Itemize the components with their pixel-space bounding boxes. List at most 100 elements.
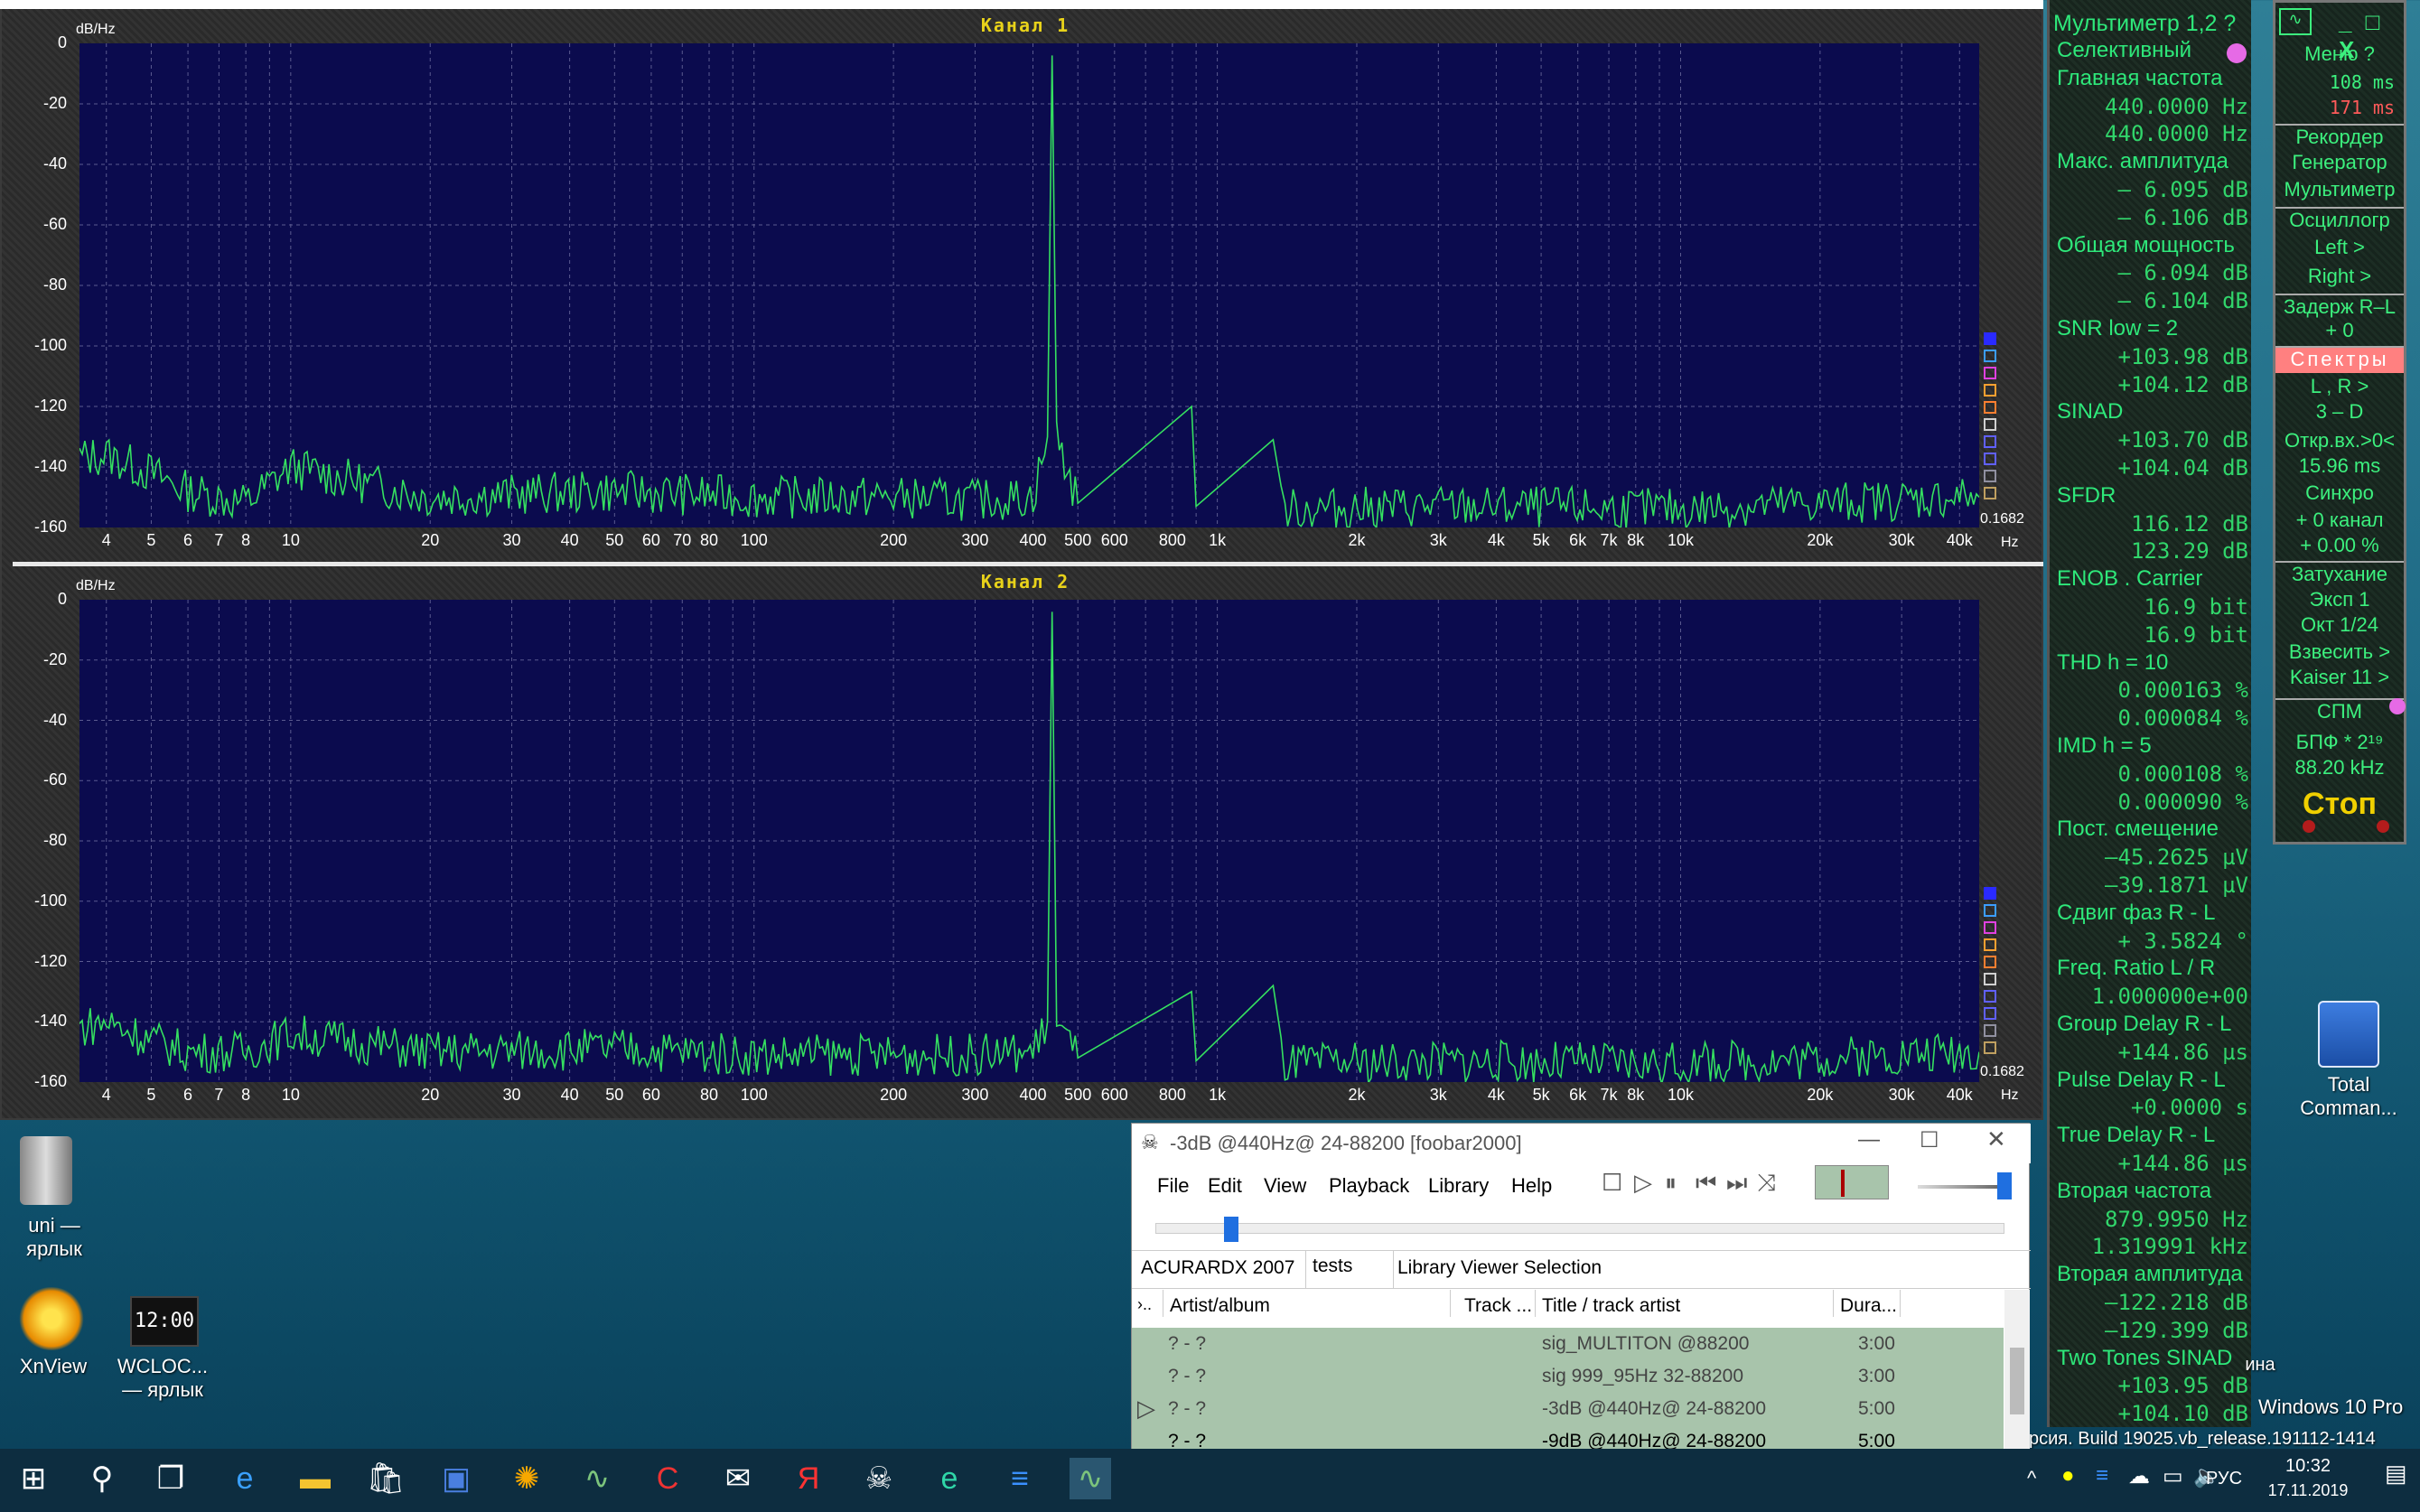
multimeter-row[interactable]: Two Tones SINAD [2050,1346,2254,1373]
marker-square[interactable] [1984,990,1996,1003]
marker-square[interactable] [1984,1007,1996,1020]
channel-1-spectrum-plot[interactable] [79,43,1979,527]
multimeter-row[interactable]: +104.12 dB [2050,372,2254,399]
foobar-titlebar[interactable]: ☠ -3dB @440Hz@ 24-88200 [foobar2000] — ☐… [1132,1124,2031,1163]
multimeter-row[interactable]: Главная частота [2050,66,2254,93]
menu-library[interactable]: Library [1428,1174,1489,1198]
menu-item[interactable]: Осциллогр [2275,207,2404,234]
uni-shortcut-icon[interactable] [20,1136,72,1205]
marker-square[interactable] [1984,332,1996,345]
menu-view[interactable]: View [1264,1174,1306,1198]
wcloc-label[interactable]: WCLOC... — ярлык [108,1355,217,1402]
seek-bar[interactable] [1155,1223,2004,1234]
menu-item[interactable]: 108 ms [2275,71,2404,98]
marker-square[interactable] [1984,938,1996,951]
multimeter-row[interactable]: Пост. смещение [2050,817,2254,844]
menu-item[interactable]: Рекордер [2275,124,2404,151]
edge-icon[interactable]: e [224,1458,266,1499]
marker-square[interactable] [1984,904,1996,917]
marker-square[interactable] [1984,487,1996,499]
menu-item[interactable]: 171 ms [2275,97,2404,124]
column-duration[interactable]: Dura... [1840,1295,1897,1317]
file-explorer-icon[interactable]: ▬ [294,1458,336,1499]
multimeter-row[interactable]: +103.70 dB [2050,427,2254,454]
stop-icon[interactable]: ☐ [1602,1169,1622,1197]
multimeter-row[interactable]: Макс. амплитуда [2050,149,2254,176]
multimeter-row[interactable]: 123.29 dB [2050,538,2254,565]
column-playing-indicator[interactable]: ›.. [1137,1295,1152,1314]
network-icon[interactable]: ▭ [2163,1463,2183,1489]
marker-square[interactable] [1984,418,1996,431]
multimeter-row[interactable]: –45.2625 µV [2050,845,2254,872]
marker-square[interactable] [1984,350,1996,362]
multimeter-row[interactable]: +0.0000 s [2050,1095,2254,1122]
multimeter-row[interactable]: –122.218 dB [2050,1290,2254,1317]
menu-item[interactable]: Окт 1/24 [2275,613,2404,640]
playlist-row[interactable]: ? - ? sig_MULTITON @88200 3:00 [1132,1328,2004,1360]
marker-square[interactable] [1984,367,1996,379]
tray-app-icon[interactable]: ● [2061,1463,2075,1489]
multimeter-row[interactable]: True Delay R - L [2050,1123,2254,1150]
multimeter-row[interactable]: +103.95 dB [2050,1373,2254,1400]
playlist-row[interactable]: ▷ ? - ? -3dB @440Hz@ 24-88200 5:00 [1132,1393,2004,1425]
recycle-bin-partial-label[interactable]: ина [2242,1355,2278,1376]
menu-item[interactable]: 3 – D [2275,400,2404,427]
seek-knob[interactable] [1224,1217,1238,1242]
onedrive-icon[interactable]: ☁ [2128,1463,2150,1489]
uni-shortcut-label[interactable]: uni — ярлык [0,1214,108,1261]
multimeter-row[interactable]: – 6.104 dB [2050,288,2254,315]
column-track[interactable]: Track ... [1464,1295,1532,1317]
multimeter-row[interactable]: – 6.094 dB [2050,260,2254,287]
menu-item[interactable]: Откр.вх.>0< [2275,429,2404,456]
multimeter-title[interactable]: Мультиметр 1,2 ? [2050,11,2254,38]
marker-square[interactable] [1984,384,1996,397]
multimeter-row[interactable]: +144.86 µs [2050,1040,2254,1067]
menu-item[interactable]: Спектры [2275,346,2404,373]
wcloc-clock-icon[interactable]: 12:00 [130,1296,199,1347]
multimeter-row[interactable]: Pulse Delay R - L [2050,1068,2254,1095]
multimeter-row[interactable]: THD h = 10 [2050,650,2254,677]
multimeter-row[interactable]: 0.000163 % [2050,677,2254,705]
menu-item[interactable]: Генератор [2275,151,2404,178]
mail-icon[interactable]: ✉ [717,1458,759,1499]
multimeter-row[interactable]: 16.9 bit [2050,594,2254,621]
menu-item[interactable]: 15.96 ms [2275,454,2404,481]
menu-item[interactable]: L , R > [2275,375,2404,402]
xnview-taskbar-icon[interactable]: ✺ [506,1458,547,1499]
menu-item[interactable]: Стоп [2275,787,2404,823]
multimeter-row[interactable]: Вторая частота [2050,1179,2254,1206]
menu-edit[interactable]: Edit [1208,1174,1242,1198]
yandex-icon[interactable]: Я [788,1458,829,1499]
multimeter-row[interactable]: –129.399 dB [2050,1318,2254,1345]
menu-item[interactable]: + 0 канал [2275,509,2404,536]
multimeter-row[interactable]: +104.10 dB [2050,1401,2254,1428]
next-icon[interactable]: ⏭ [1726,1169,1747,1198]
menu-item[interactable]: Меню ? [2275,42,2404,70]
column-artist-album[interactable]: Artist/album [1170,1295,1270,1317]
marker-square[interactable] [1984,453,1996,465]
multimeter-row[interactable]: +103.98 dB [2050,344,2254,371]
menu-item[interactable]: Right > [2275,265,2404,292]
xnview-icon[interactable] [18,1287,85,1350]
language-indicator[interactable]: РУС [2206,1469,2242,1489]
pause-icon[interactable]: ⏸ [1665,1169,1677,1198]
tray-chevron-icon[interactable]: ^ [2027,1467,2036,1490]
multimeter-row[interactable]: – 6.095 dB [2050,177,2254,204]
tray-stack-icon[interactable]: ≡ [2096,1463,2108,1489]
maximize-button[interactable]: ☐ [1920,1127,1939,1153]
marker-square[interactable] [1984,435,1996,448]
menu-item[interactable]: Мультиметр [2275,178,2404,205]
marker-square[interactable] [1984,956,1996,968]
marker-square[interactable] [1984,470,1996,482]
menu-item[interactable]: Эксп 1 [2275,588,2404,615]
multimeter-row[interactable]: –39.1871 µV [2050,873,2254,900]
minimize-button[interactable]: — [1858,1127,1880,1153]
multimeter-row[interactable]: SFDR [2050,483,2254,510]
close-button[interactable]: ✕ [1986,1125,2006,1153]
stack-icon[interactable]: ≡ [999,1458,1041,1499]
clock-date[interactable]: 17.11.2019 [2258,1481,2358,1500]
multimeter-row[interactable]: Вторая амплитуда [2050,1262,2254,1289]
store-icon[interactable]: 🛍 [365,1458,406,1499]
floppy-icon[interactable]: ▣ [435,1458,477,1499]
tab-library-viewer[interactable]: Library Viewer Selection [1397,1257,1602,1279]
